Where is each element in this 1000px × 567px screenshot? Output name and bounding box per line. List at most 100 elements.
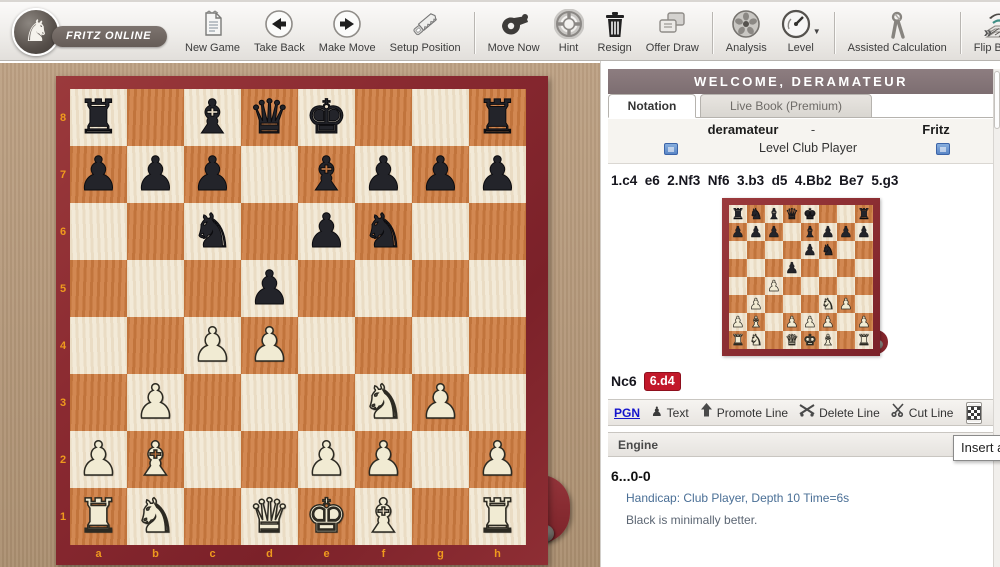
white-pawn[interactable]: ♟ <box>241 317 298 374</box>
square-h7[interactable]: ♟ <box>469 146 526 203</box>
black-king[interactable]: ♚ <box>298 89 355 146</box>
insert-diagram-button[interactable] <box>966 402 982 424</box>
square-d7[interactable] <box>241 146 298 203</box>
toolbar-button-take-back[interactable]: Take Back <box>247 6 312 60</box>
white-knight[interactable]: ♞ <box>127 488 184 545</box>
black-pawn[interactable]: ♟ <box>184 146 241 203</box>
move-list[interactable]: 1.c4 e6 2.Nf3 Nf6 3.b3 d5 4.Bb2 Be7 5.g3 <box>611 173 991 188</box>
square-f8[interactable] <box>355 89 412 146</box>
square-b3[interactable]: ♟ <box>127 374 184 431</box>
square-b6[interactable] <box>127 203 184 260</box>
square-e5[interactable] <box>298 260 355 317</box>
square-h3[interactable] <box>469 374 526 431</box>
black-queen[interactable]: ♛ <box>241 89 298 146</box>
square-f3[interactable]: ♞ <box>355 374 412 431</box>
square-a6[interactable] <box>70 203 127 260</box>
square-c4[interactable]: ♟ <box>184 317 241 374</box>
black-pawn[interactable]: ♟ <box>412 146 469 203</box>
square-d1[interactable]: ♛ <box>241 488 298 545</box>
square-a1[interactable]: ♜ <box>70 488 127 545</box>
toolbar-button-assisted-calculation[interactable]: Assisted Calculation <box>841 6 954 60</box>
square-f2[interactable]: ♟ <box>355 431 412 488</box>
square-h1[interactable]: ♜ <box>469 488 526 545</box>
current-move-highlight[interactable]: 6.d4 <box>644 372 681 391</box>
engine-section-header[interactable]: Engine <box>608 432 994 457</box>
square-g2[interactable] <box>412 431 469 488</box>
square-g1[interactable] <box>412 488 469 545</box>
square-f7[interactable]: ♟ <box>355 146 412 203</box>
square-a2[interactable]: ♟ <box>70 431 127 488</box>
black-rook[interactable]: ♜ <box>70 89 127 146</box>
square-e6[interactable]: ♟ <box>298 203 355 260</box>
toolbar-button-analysis[interactable]: Analysis <box>719 6 774 60</box>
square-d8[interactable]: ♛ <box>241 89 298 146</box>
black-knight[interactable]: ♞ <box>184 203 241 260</box>
white-bishop[interactable]: ♝ <box>127 431 184 488</box>
delete-line-button[interactable]: Delete Line <box>799 403 880 422</box>
square-g7[interactable]: ♟ <box>412 146 469 203</box>
square-e1[interactable]: ♚ <box>298 488 355 545</box>
black-pawn[interactable]: ♟ <box>469 146 526 203</box>
scrollbar-thumb[interactable] <box>994 71 1000 129</box>
pgn-link[interactable]: PGN <box>614 406 640 420</box>
square-h8[interactable]: ♜ <box>469 89 526 146</box>
square-c5[interactable] <box>184 260 241 317</box>
white-pawn[interactable]: ♟ <box>469 431 526 488</box>
square-h2[interactable]: ♟ <box>469 431 526 488</box>
square-a3[interactable] <box>70 374 127 431</box>
white-rook[interactable]: ♜ <box>70 488 127 545</box>
square-a7[interactable]: ♟ <box>70 146 127 203</box>
square-e7[interactable]: ♝ <box>298 146 355 203</box>
white-pawn[interactable]: ♟ <box>70 431 127 488</box>
square-h6[interactable] <box>469 203 526 260</box>
toolbar-button-setup-position[interactable]: Setup Position <box>383 6 468 60</box>
black-pawn[interactable]: ♟ <box>127 146 184 203</box>
panel-scrollbar[interactable] <box>993 69 1000 567</box>
toolbar-button-move-now[interactable]: Move Now <box>481 6 547 60</box>
square-c6[interactable]: ♞ <box>184 203 241 260</box>
square-f4[interactable] <box>355 317 412 374</box>
black-knight[interactable]: ♞ <box>355 203 412 260</box>
white-pawn[interactable]: ♟ <box>298 431 355 488</box>
black-rook[interactable]: ♜ <box>469 89 526 146</box>
toolbar-button-offer-draw[interactable]: Offer Draw <box>639 6 706 60</box>
white-knight[interactable]: ♞ <box>355 374 412 431</box>
square-c8[interactable]: ♝ <box>184 89 241 146</box>
white-player-info-badge[interactable] <box>664 143 678 155</box>
square-b4[interactable] <box>127 317 184 374</box>
square-g8[interactable] <box>412 89 469 146</box>
square-g5[interactable] <box>412 260 469 317</box>
tab-notation[interactable]: Notation <box>608 94 696 118</box>
square-f1[interactable]: ♝ <box>355 488 412 545</box>
black-pawn[interactable]: ♟ <box>70 146 127 203</box>
square-a4[interactable] <box>70 317 127 374</box>
square-b8[interactable] <box>127 89 184 146</box>
square-h5[interactable] <box>469 260 526 317</box>
tab-live-book[interactable]: Live Book (Premium) <box>700 94 872 118</box>
square-e2[interactable]: ♟ <box>298 431 355 488</box>
square-g3[interactable]: ♟ <box>412 374 469 431</box>
square-a8[interactable]: ♜ <box>70 89 127 146</box>
square-a5[interactable] <box>70 260 127 317</box>
square-d2[interactable] <box>241 431 298 488</box>
square-e4[interactable] <box>298 317 355 374</box>
square-f5[interactable] <box>355 260 412 317</box>
black-bishop[interactable]: ♝ <box>184 89 241 146</box>
white-bishop[interactable]: ♝ <box>355 488 412 545</box>
previous-move[interactable]: Nc6 <box>611 373 637 389</box>
white-pawn[interactable]: ♟ <box>127 374 184 431</box>
square-b2[interactable]: ♝ <box>127 431 184 488</box>
square-e8[interactable]: ♚ <box>298 89 355 146</box>
square-h4[interactable] <box>469 317 526 374</box>
square-g6[interactable] <box>412 203 469 260</box>
black-pawn[interactable]: ♟ <box>241 260 298 317</box>
square-d6[interactable] <box>241 203 298 260</box>
toolbar-button-make-move[interactable]: Make Move <box>312 6 383 60</box>
black-pawn[interactable]: ♟ <box>355 146 412 203</box>
square-e3[interactable] <box>298 374 355 431</box>
square-d4[interactable]: ♟ <box>241 317 298 374</box>
square-c1[interactable] <box>184 488 241 545</box>
white-pawn[interactable]: ♟ <box>355 431 412 488</box>
square-b1[interactable]: ♞ <box>127 488 184 545</box>
square-c2[interactable] <box>184 431 241 488</box>
